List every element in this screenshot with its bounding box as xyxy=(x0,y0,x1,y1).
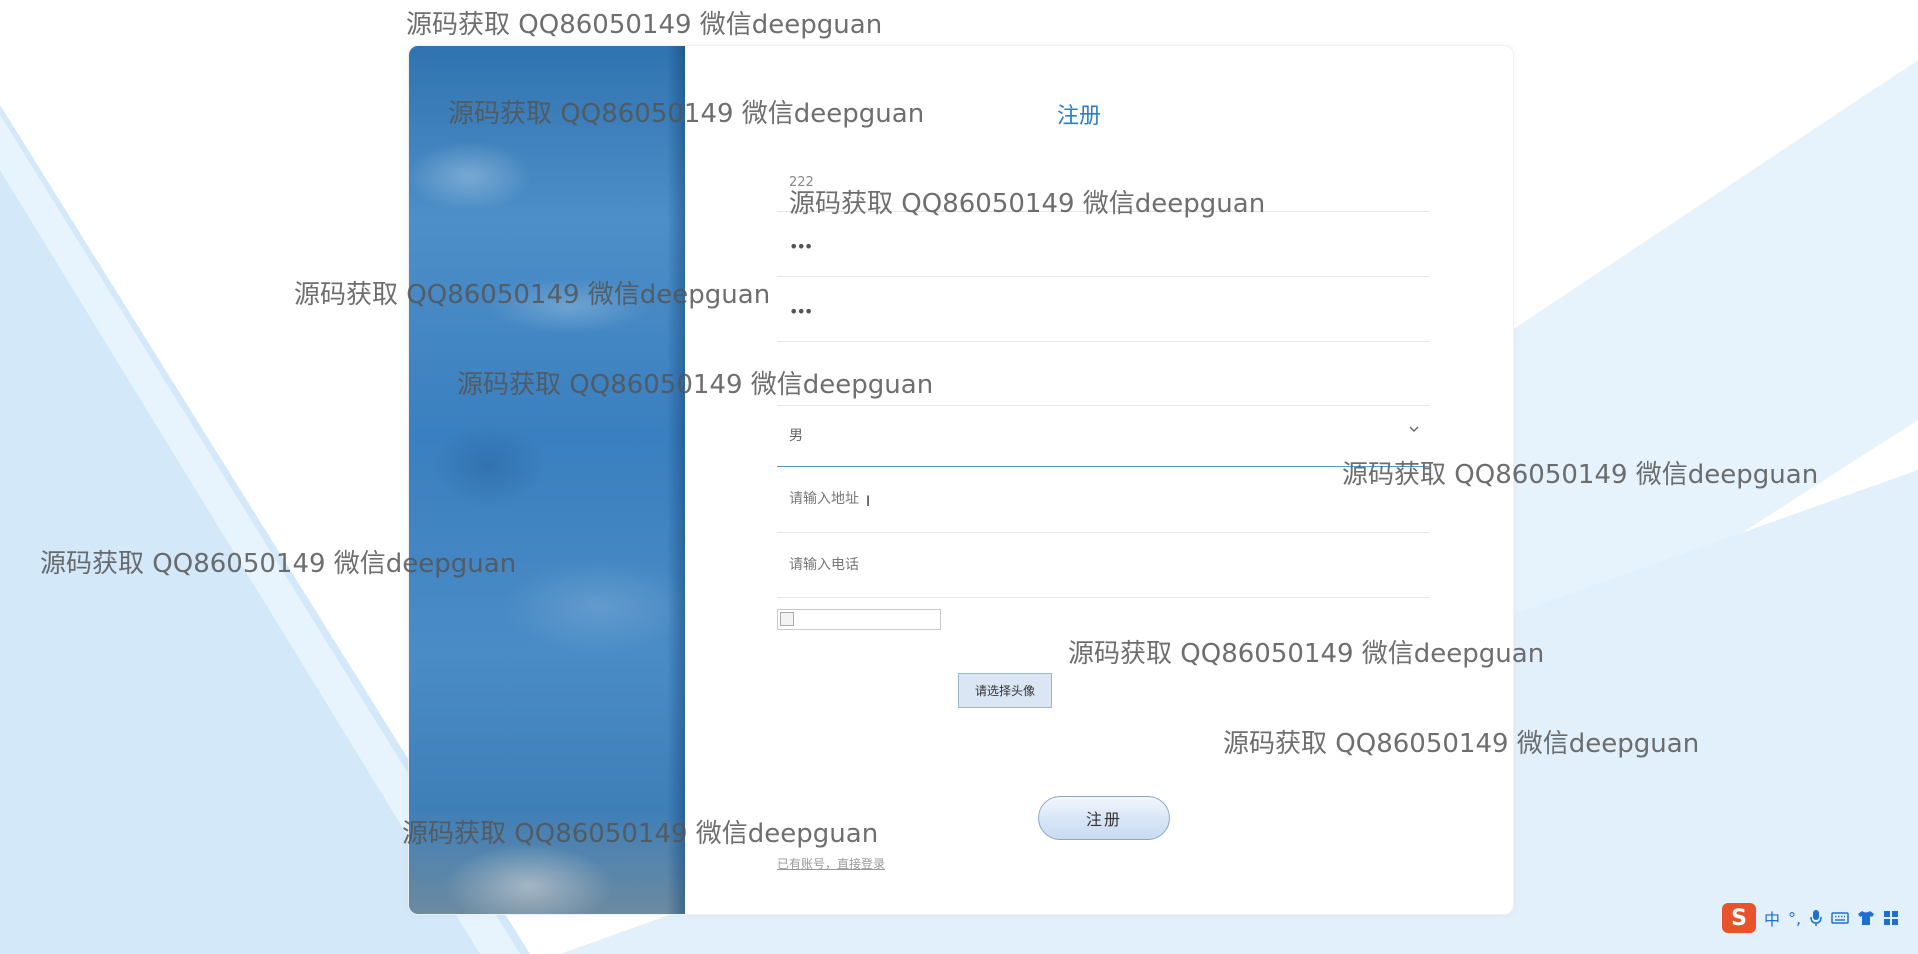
sex-field-row: 男 xyxy=(777,405,1429,467)
username-field-row xyxy=(777,164,1429,212)
sex-select[interactable]: 男 xyxy=(777,405,1429,466)
choose-avatar-button[interactable]: 请选择头像 xyxy=(958,673,1052,708)
password-input[interactable]: ••• xyxy=(789,237,813,256)
text-cursor-icon: I xyxy=(866,494,871,510)
phone-input[interactable] xyxy=(777,532,1429,597)
page-title: 注册 xyxy=(1056,104,1101,129)
username-input[interactable] xyxy=(777,175,1429,190)
keyboard-icon[interactable] xyxy=(1831,911,1849,925)
register-submit-button[interactable]: 注册 xyxy=(1038,796,1170,840)
nickname-field-row xyxy=(777,341,1429,406)
go-login-link[interactable]: 已有账号，直接登录 xyxy=(777,855,885,872)
microphone-icon[interactable] xyxy=(1809,909,1823,927)
avatar-preview xyxy=(777,609,941,630)
ime-toolbar: S 中 °, xyxy=(1722,900,1918,936)
punctuation-toggle[interactable]: °, xyxy=(1788,909,1801,928)
broken-image-icon xyxy=(780,612,794,626)
shirt-icon[interactable] xyxy=(1857,910,1875,926)
phone-field-row xyxy=(777,532,1429,598)
grid-icon[interactable] xyxy=(1883,910,1899,926)
nickname-input[interactable] xyxy=(777,341,1429,405)
ime-mode-toggle[interactable]: 中 xyxy=(1764,906,1780,930)
side-image xyxy=(409,46,685,914)
address-input[interactable] xyxy=(777,466,1429,532)
register-card: 注册 ••• ••• 男 请选择头像 注册 已有账号，直接登录 xyxy=(408,45,1514,915)
sogou-logo-icon[interactable]: S xyxy=(1722,903,1756,933)
password-field-row: ••• xyxy=(777,211,1429,277)
address-field-row xyxy=(777,466,1429,533)
confirm-password-input[interactable]: ••• xyxy=(789,302,813,321)
confirm-password-field-row: ••• xyxy=(777,276,1429,342)
